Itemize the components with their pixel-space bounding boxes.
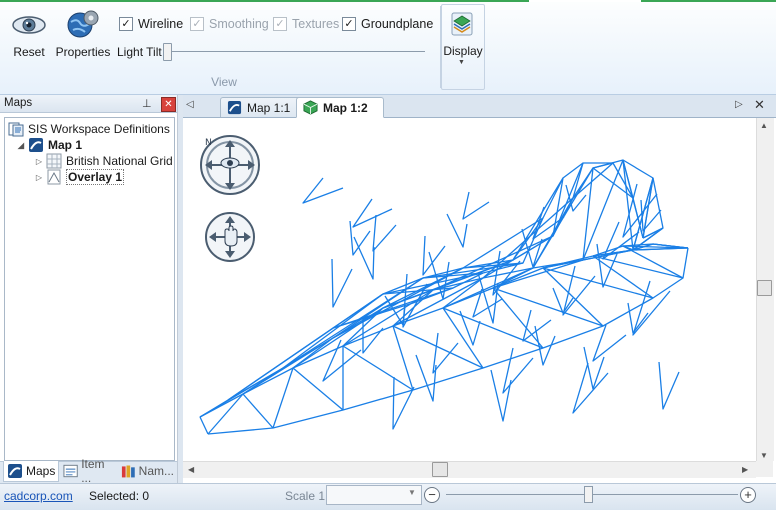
tab-scroll-left-icon[interactable]: ◁ bbox=[186, 99, 194, 110]
pin-icon[interactable]: ⊥ bbox=[142, 97, 152, 110]
tree-item-british-national-grid-label: British National Grid bbox=[66, 154, 173, 168]
textures-label: Textures bbox=[292, 17, 340, 31]
selected-count: Selected: 0 bbox=[89, 489, 150, 503]
zoom-in-icon[interactable]: + bbox=[740, 487, 756, 503]
tree-item-workspace[interactable]: SIS Workspace Definitions bbox=[8, 121, 170, 137]
tab-maps[interactable]: Maps bbox=[3, 461, 59, 482]
tab-items-label: Item ... bbox=[81, 457, 105, 485]
tab-items[interactable]: Item ... bbox=[60, 457, 116, 485]
3d-view-icon bbox=[303, 100, 318, 115]
smoothing-label: Smoothing bbox=[209, 17, 269, 31]
chevron-down-icon[interactable]: ▼ bbox=[408, 488, 416, 497]
tab-map-1-1[interactable]: Map 1:1 bbox=[220, 97, 304, 117]
scroll-down-icon[interactable]: ▼ bbox=[760, 451, 768, 460]
tree-item-map1-label: Map 1 bbox=[48, 138, 83, 152]
overlay-icon bbox=[47, 169, 61, 185]
view-group-label: View bbox=[211, 75, 237, 89]
map-icon bbox=[29, 138, 43, 152]
properties-label: Properties bbox=[55, 45, 111, 59]
groundplane-checkbox[interactable]: ✓ Groundplane bbox=[342, 17, 433, 31]
zoom-slider[interactable] bbox=[584, 486, 593, 503]
tab-map-1-2[interactable]: Map 1:2 bbox=[296, 97, 384, 118]
horizontal-scroll-thumb[interactable] bbox=[432, 462, 448, 477]
vertical-scroll-thumb[interactable] bbox=[757, 280, 772, 296]
books-icon bbox=[121, 465, 135, 478]
cadcorp-link[interactable]: cadcorp.com bbox=[4, 489, 73, 503]
tab-map-1-1-label: Map 1:1 bbox=[247, 100, 291, 115]
light-tilt-label: Light Tilt bbox=[117, 45, 162, 59]
reset-button[interactable]: Reset bbox=[8, 10, 50, 59]
map-icon bbox=[227, 100, 242, 115]
scroll-right-icon[interactable]: ▶ bbox=[742, 465, 748, 474]
smoothing-checkbox[interactable]: ✓ Smoothing bbox=[190, 17, 269, 31]
display-label: Display bbox=[443, 44, 483, 58]
groundplane-checkmark: ✓ bbox=[342, 17, 356, 31]
scroll-left-icon[interactable]: ◀ bbox=[188, 465, 194, 474]
grid-icon bbox=[46, 153, 62, 169]
ribbon-accent-line bbox=[0, 0, 776, 2]
textures-checkmark: ✓ bbox=[273, 17, 287, 31]
tree-item-map1[interactable]: ◢ Map 1 bbox=[16, 137, 82, 153]
close-icon[interactable]: ✕ bbox=[161, 97, 176, 112]
terrain-wireframe bbox=[199, 159, 689, 435]
tab-named[interactable]: Nam... bbox=[118, 461, 174, 481]
scale-label: Scale 1: bbox=[285, 489, 329, 503]
eye-icon bbox=[12, 16, 46, 34]
horizontal-scrollbar[interactable] bbox=[183, 461, 756, 478]
tree-item-british-national-grid[interactable]: ▷ British National Grid bbox=[34, 153, 173, 169]
smoothing-checkmark: ✓ bbox=[190, 17, 204, 31]
display-dropdown-icon: ▼ bbox=[458, 59, 465, 66]
map-icon bbox=[8, 464, 22, 478]
wireline-label: Wireline bbox=[138, 17, 184, 31]
scroll-up-icon[interactable]: ▲ bbox=[760, 121, 768, 130]
tab-maps-label: Maps bbox=[26, 464, 56, 478]
workspace-icon bbox=[8, 122, 24, 137]
tab-map-1-2-label: Map 1:2 bbox=[323, 100, 368, 115]
zoom-out-icon[interactable]: − bbox=[424, 487, 440, 503]
item-list-icon bbox=[63, 464, 78, 478]
textures-checkbox[interactable]: ✓ Textures bbox=[273, 17, 339, 31]
globe-gear-icon bbox=[67, 10, 99, 38]
display-layers-icon bbox=[451, 12, 473, 36]
collapsed-icon[interactable]: ▷ bbox=[34, 173, 44, 182]
light-tilt-slider[interactable] bbox=[163, 43, 172, 61]
light-tilt-track[interactable] bbox=[165, 51, 425, 52]
tree-item-overlay1-label: Overlay 1 bbox=[66, 169, 125, 185]
tab-scroll-right-icon[interactable]: ▷ bbox=[735, 99, 743, 110]
wireline-checkmark: ✓ bbox=[119, 17, 133, 31]
tree-item-workspace-label: SIS Workspace Definitions bbox=[28, 122, 170, 136]
tab-named-label: Nam... bbox=[138, 464, 174, 478]
close-tab-icon[interactable]: ✕ bbox=[754, 97, 765, 113]
tree-item-overlay1[interactable]: ▷ Overlay 1 bbox=[34, 169, 125, 185]
expanded-icon[interactable]: ◢ bbox=[16, 141, 26, 150]
properties-button[interactable]: Properties bbox=[54, 8, 112, 59]
wireline-checkbox[interactable]: ✓ Wireline bbox=[119, 17, 183, 31]
reset-label: Reset bbox=[13, 45, 45, 59]
ribbon-active-tab-gap bbox=[529, 0, 641, 2]
scroll-corner bbox=[756, 461, 773, 477]
groundplane-label: Groundplane bbox=[361, 17, 434, 31]
collapsed-icon[interactable]: ▷ bbox=[34, 157, 44, 166]
maps-panel-title: Maps bbox=[4, 97, 33, 109]
